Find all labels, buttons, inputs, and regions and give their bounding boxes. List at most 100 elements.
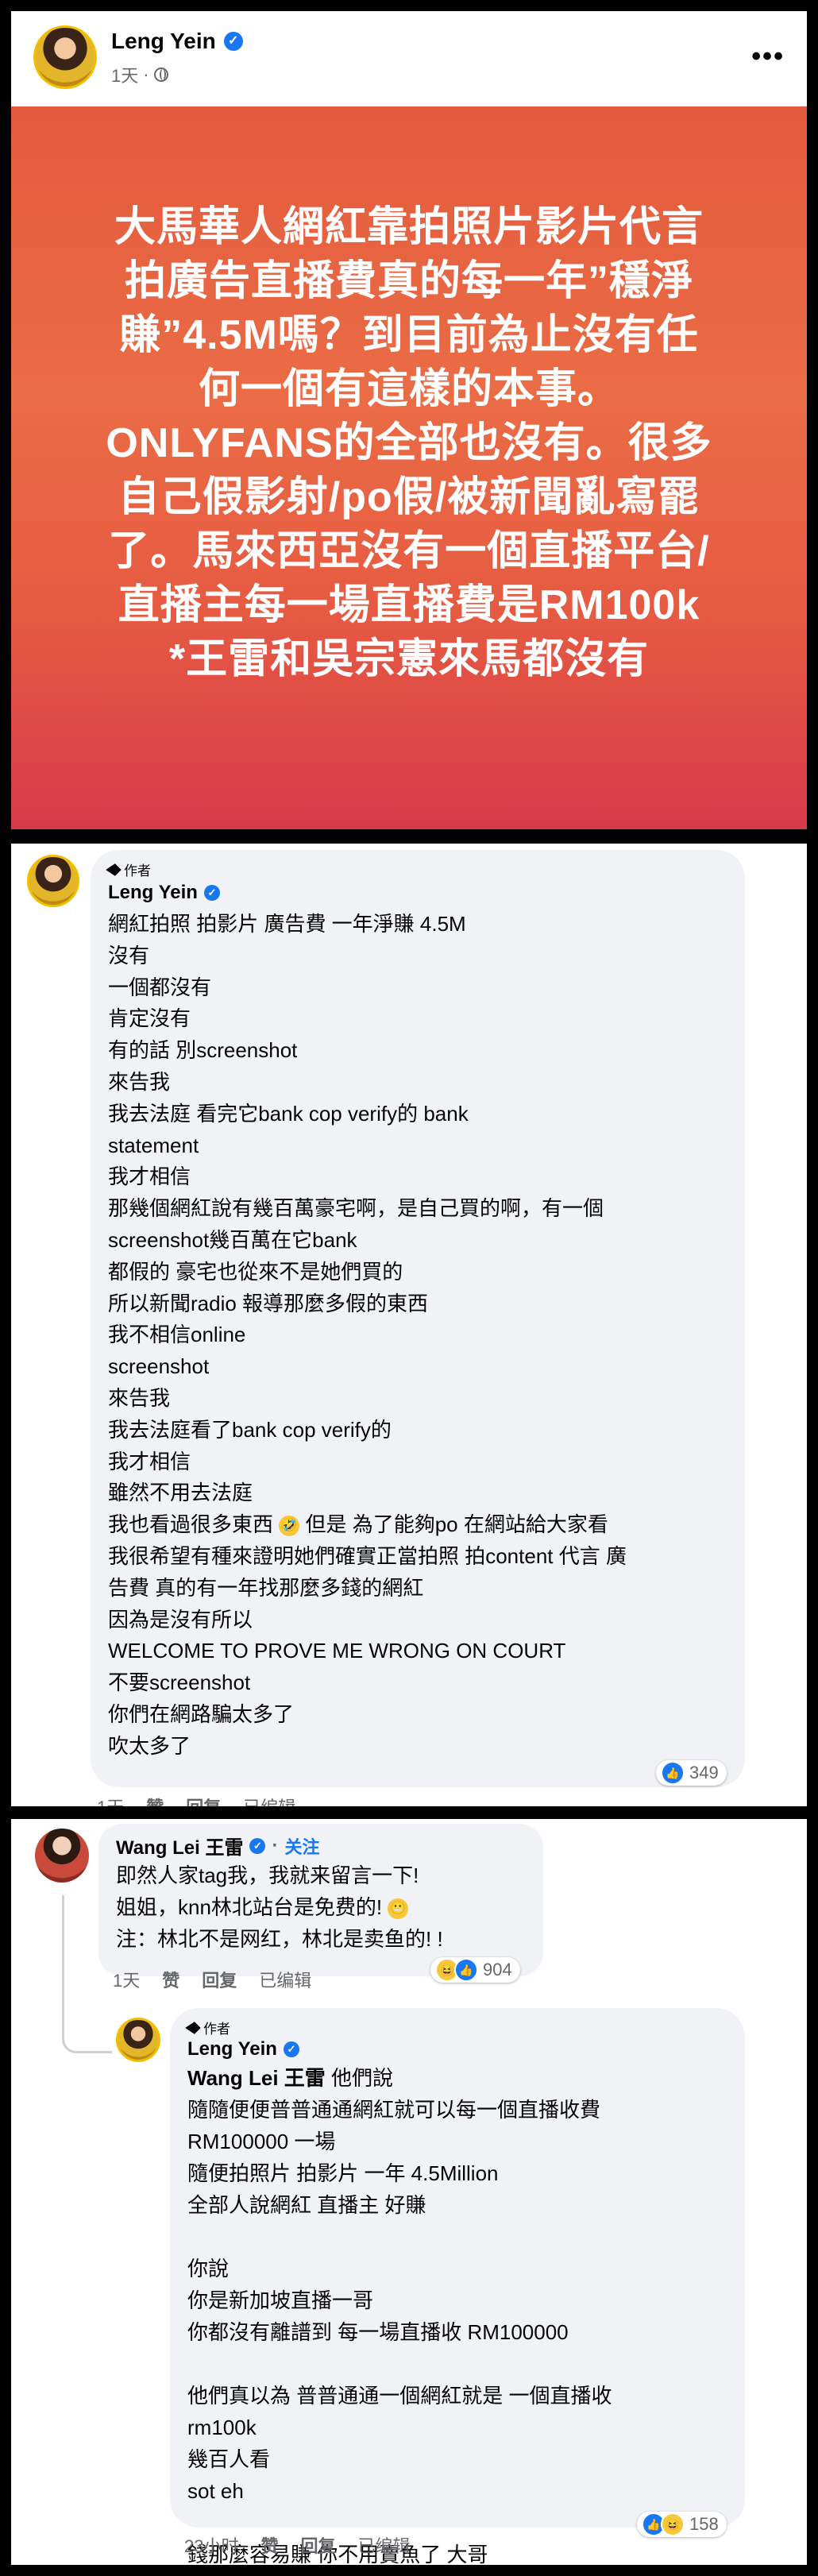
mention-link[interactable]: Wang Lei 王雷 — [187, 2066, 326, 2090]
verified-badge-icon: ✓ — [223, 32, 243, 51]
reply-author-name[interactable]: Leng Yein — [187, 2038, 277, 2060]
text-line: 我很希望有種來證明她們確實正當拍照 拍content 代言 廣 — [108, 1543, 627, 1568]
text-line: 姐姐，knn林北站台是免费的! 😬 — [116, 1892, 443, 1924]
text-line: sot eh — [187, 2479, 244, 2503]
text-line: 我才相信 — [108, 1164, 191, 1189]
reply-button[interactable]: 回复 — [301, 2532, 336, 2558]
text-line: 注：林北不是网红，林北是卖鱼的! ! — [116, 1926, 443, 1951]
text-line: 告費 真的有一年找那麼多錢的網紅 — [108, 1575, 424, 1600]
text-line: 都假的 豪宅也從來不是她們買的 — [108, 1259, 403, 1284]
text-line: rm100k — [187, 2416, 257, 2439]
commenter-name[interactable]: Leng Yein — [108, 882, 198, 904]
text-line — [187, 2221, 612, 2253]
more-icon[interactable]: ••• — [751, 41, 785, 72]
reply-author-line: Leng Yein ✓ — [187, 2038, 299, 2060]
text-line: 一個都沒有 — [108, 975, 212, 999]
reply-time[interactable]: 23小时 — [184, 2532, 238, 2558]
edited-label: 已编辑 — [259, 1971, 312, 1991]
text-line: screenshot — [108, 1354, 210, 1379]
post-time[interactable]: 1天 — [111, 62, 138, 87]
text-line: 來告我 — [108, 1069, 171, 1094]
reply-text: Wang Lei 王雷 他們說 隨隨便便普普通通網紅就可以每一個直播收費 RM10… — [187, 2062, 612, 2565]
reply-button[interactable]: 回复 — [202, 1967, 237, 1992]
text-line: 拍廣告直播費真的每一年”穩淨 — [124, 258, 693, 304]
author-tag: 作者 — [108, 859, 151, 879]
edited-label: 已编辑 — [357, 2536, 411, 2556]
text-line: 我也看過很多東西 🤣 但是 為了能夠po 在網站給大家看 — [108, 1512, 608, 1537]
text-line: 我去法庭 看完它bank cop verify的 bank — [108, 1101, 469, 1126]
reply-button[interactable]: 回复 — [186, 1794, 221, 1806]
author-line: Leng Yein ✓ — [111, 29, 243, 54]
text-line: RM100000 一場 — [187, 2130, 336, 2153]
text-line: 有的話 別screenshot — [108, 1038, 298, 1063]
text-line: 幾百人看 — [187, 2447, 271, 2471]
text-line: 自己假影射/po假/被新聞亂寫罷 — [118, 474, 700, 520]
edited-label: 已编辑 — [243, 1794, 295, 1806]
like-icon: 👍 — [661, 1761, 685, 1785]
comment-text: 即然人家tag我，我就来留言一下! 姐姐，knn林北站台是免费的! 😬 注：林北不是… — [116, 1860, 443, 1955]
text-line: WELCOME TO PROVE ME WRONG ON COURT — [108, 1639, 566, 1663]
text-line: 隨隨便便普普通通網紅就可以每一個直播收費 — [187, 2098, 601, 2122]
text-line: 全部人說網紅 直播主 好賺 — [187, 2193, 426, 2217]
post-banner-image[interactable]: 大馬華人網紅靠拍照片影片代言 拍廣告直播費真的每一年”穩淨 賺”4.5M嗎？到目前為… — [11, 106, 807, 829]
verified-badge-icon: ✓ — [203, 885, 220, 901]
text-line: 他們真以為 普普通通一個網紅就是 一個直播收 — [187, 2384, 612, 2408]
commenter-avatar[interactable] — [27, 855, 79, 907]
text-line: 不要screenshot — [108, 1670, 251, 1695]
post-header: Leng Yein ✓ 1天 · ••• — [11, 11, 807, 106]
comment-actions: 1天 赞 回复 已编辑 — [113, 1967, 311, 1992]
text-line: 所以新聞radio 報導那麼多假的東西 — [108, 1291, 429, 1315]
text-line: 網紅拍照 拍影片 廣告費 一年淨賺 4.5M — [108, 912, 466, 936]
like-button[interactable]: 赞 — [260, 2532, 278, 2558]
text-line — [187, 2348, 612, 2380]
like-button[interactable]: 赞 — [162, 1967, 179, 1992]
text-line: 隨便拍照片 拍影片 一年 4.5Million — [187, 2161, 499, 2185]
like-icon: 👍 — [454, 1958, 478, 1982]
comment-time[interactable]: 1天 — [97, 1794, 124, 1806]
like-button[interactable]: 贊 — [146, 1794, 164, 1806]
pencil-icon — [106, 862, 122, 878]
follow-button[interactable]: 关注 — [284, 1833, 319, 1859]
reaction-count[interactable]: 😆 👍 904 — [430, 1957, 520, 1983]
verified-badge-icon: ✓ — [249, 1837, 266, 1854]
text-line: 了。馬來西亞沒有一個直播平台/ — [108, 528, 710, 574]
post-panel: Leng Yein ✓ 1天 · ••• 大馬華人網紅靠拍照片影片代言 拍廣告直播… — [11, 11, 807, 829]
banner-text: 大馬華人網紅靠拍照片影片代言 拍廣告直播費真的每一年”穩淨 賺”4.5M嗎？到目前為… — [43, 200, 775, 686]
text-line: 來告我 — [108, 1385, 171, 1410]
text-line: 因為是沒有所以 — [108, 1607, 253, 1632]
reaction-count[interactable]: 👍 😆 158 — [637, 2512, 727, 2537]
haha-icon: 😆 — [661, 2512, 685, 2536]
text-line: 直播主每一場直播費是RM100k — [118, 582, 700, 628]
reply-actions: 23小时 赞 回复 已编辑 — [184, 2532, 411, 2558]
text-line: *王雷和吳宗憲來馬都沒有 — [168, 636, 650, 682]
post-meta: 1天 · — [111, 62, 168, 87]
commenter-avatar[interactable] — [35, 1829, 89, 1883]
text-line: 吹太多了 — [108, 1733, 191, 1758]
reply-avatar[interactable] — [116, 2018, 160, 2062]
text-line: ONLYFANS的全部也沒有。很多 — [106, 420, 712, 466]
author-name[interactable]: Leng Yein — [111, 29, 216, 54]
text-line: 賺”4.5M嗎？到目前為止沒有任 — [119, 312, 699, 358]
comment-text: 網紅拍照 拍影片 廣告費 一年淨賺 4.5M 沒有 一個都沒有 肯定沒有 有的話 別sc… — [108, 909, 627, 1763]
emoji-icon: 🤣 — [279, 1516, 300, 1537]
text-line: statement — [108, 1133, 199, 1157]
text-line: 肯定沒有 — [108, 1006, 191, 1031]
text-line: 你們在網路騙太多了 — [108, 1701, 295, 1726]
reaction-count[interactable]: 👍 349 — [656, 1760, 727, 1786]
commenter-line: Wang Lei 王雷 ✓ · 关注 — [116, 1832, 319, 1860]
commenter-name[interactable]: Wang Lei 王雷 — [116, 1832, 243, 1860]
thread-connector — [62, 1895, 112, 2053]
comment-time[interactable]: 1天 — [113, 1967, 140, 1992]
comment-panel-2: Wang Lei 王雷 ✓ · 关注 即然人家tag我，我就来留言一下! 姐姐，k… — [11, 1819, 807, 2565]
text-line: 大馬華人網紅靠拍照片影片代言 — [114, 204, 704, 250]
comment-actions: 1天 贊 回复 已编辑 — [97, 1794, 295, 1806]
text-line: 我去法庭看了bank cop verify的 — [108, 1417, 392, 1442]
commenter-line: Leng Yein ✓ — [108, 882, 220, 904]
text-line: 雖然不用去法庭 — [108, 1481, 253, 1505]
text-line: 何一個有這樣的本事。 — [198, 366, 619, 412]
comment-panel-1: 作者 Leng Yein ✓ 網紅拍照 拍影片 廣告費 一年淨賺 4.5M 沒有一… — [11, 844, 807, 1806]
text-line: 你說 — [187, 2257, 230, 2281]
text-line: screenshot幾百萬在它bank — [108, 1227, 357, 1252]
author-avatar[interactable] — [33, 25, 97, 89]
text-line: 我才相信 — [108, 1449, 191, 1473]
